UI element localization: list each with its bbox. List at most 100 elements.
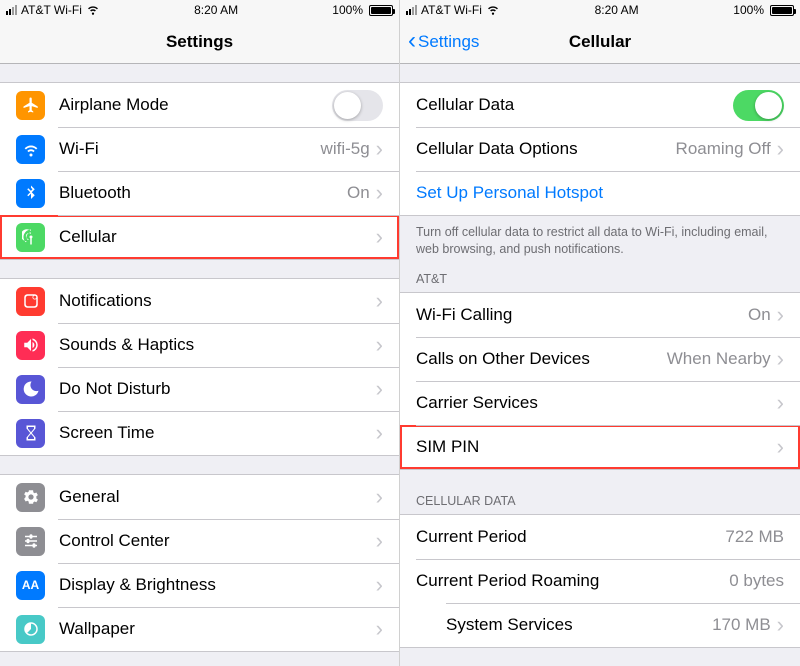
chevron-right-icon: ›: [376, 334, 383, 356]
wallpaper-icon: [16, 615, 45, 644]
row-airplane-mode[interactable]: Airplane Mode: [0, 83, 399, 127]
display-icon: AA: [16, 571, 45, 600]
status-time: 8:20 AM: [194, 3, 238, 17]
chevron-right-icon: ›: [376, 574, 383, 596]
battery-icon: [369, 5, 393, 16]
bluetooth-icon: [16, 179, 45, 208]
row-wifi-calling[interactable]: Wi-Fi Calling On ›: [400, 293, 800, 337]
back-button[interactable]: ‹ Settings: [408, 20, 479, 63]
row-cellular-options[interactable]: Cellular Data Options Roaming Off ›: [400, 127, 800, 171]
row-screentime[interactable]: Screen Time ›: [0, 411, 399, 455]
notifications-icon: [16, 287, 45, 316]
row-label: Notifications: [59, 291, 376, 311]
chevron-right-icon: ›: [777, 436, 784, 458]
row-wifi[interactable]: Wi-Fi wifi-5g ›: [0, 127, 399, 171]
row-bluetooth[interactable]: Bluetooth On ›: [0, 171, 399, 215]
wifi-icon: [86, 2, 100, 18]
row-label: Wallpaper: [59, 619, 376, 639]
row-label: SIM PIN: [416, 437, 777, 457]
row-control-center[interactable]: Control Center ›: [0, 519, 399, 563]
row-value: 0 bytes: [729, 571, 784, 591]
wifi-icon: [486, 2, 500, 18]
row-label: Display & Brightness: [59, 575, 376, 595]
sliders-icon: [16, 527, 45, 556]
status-bar: AT&T Wi-Fi 8:20 AM 100%: [0, 0, 399, 20]
status-bar: AT&T Wi-Fi 8:20 AM 100%: [400, 0, 800, 20]
chevron-right-icon: ›: [777, 348, 784, 370]
battery-label: 100%: [332, 3, 363, 17]
row-sounds[interactable]: Sounds & Haptics ›: [0, 323, 399, 367]
row-current-period-roaming: Current Period Roaming 0 bytes: [400, 559, 800, 603]
row-current-period: Current Period 722 MB: [400, 515, 800, 559]
wifi-icon: [16, 135, 45, 164]
chevron-right-icon: ›: [376, 182, 383, 204]
row-sim-pin[interactable]: SIM PIN ›: [400, 425, 800, 469]
row-label: General: [59, 487, 376, 507]
settings-screen: AT&T Wi-Fi 8:20 AM 100% Settings Airplan…: [0, 0, 400, 666]
row-label: Wi-Fi: [59, 139, 321, 159]
signal-icon: [406, 5, 417, 15]
row-value: wifi-5g: [321, 139, 370, 159]
row-value: When Nearby: [667, 349, 771, 369]
chevron-right-icon: ›: [376, 138, 383, 160]
page-title: Settings: [166, 32, 233, 52]
row-display[interactable]: AA Display & Brightness ›: [0, 563, 399, 607]
chevron-left-icon: ‹: [408, 29, 416, 53]
row-label: Sounds & Haptics: [59, 335, 376, 355]
row-calls-other-devices[interactable]: Calls on Other Devices When Nearby ›: [400, 337, 800, 381]
chevron-right-icon: ›: [777, 614, 784, 636]
row-label: Current Period: [416, 527, 725, 547]
row-label: Screen Time: [59, 423, 376, 443]
airplane-toggle[interactable]: [332, 90, 383, 121]
row-label: Cellular Data: [416, 95, 733, 115]
status-time: 8:20 AM: [595, 3, 639, 17]
chevron-right-icon: ›: [376, 226, 383, 248]
cellular-screen: AT&T Wi-Fi 8:20 AM 100% ‹ Settings Cellu…: [400, 0, 800, 666]
back-label: Settings: [418, 32, 479, 52]
battery-icon: [770, 5, 794, 16]
row-label: Wi-Fi Calling: [416, 305, 748, 325]
hourglass-icon: [16, 419, 45, 448]
antenna-icon: [16, 223, 45, 252]
chevron-right-icon: ›: [777, 138, 784, 160]
airplane-icon: [16, 91, 45, 120]
row-label: Calls on Other Devices: [416, 349, 667, 369]
row-label: Carrier Services: [416, 393, 777, 413]
signal-icon: [6, 5, 17, 15]
row-notifications[interactable]: Notifications ›: [0, 279, 399, 323]
row-label: Current Period Roaming: [416, 571, 729, 591]
row-label: Cellular Data Options: [416, 139, 676, 159]
row-cellular-data[interactable]: Cellular Data: [400, 83, 800, 127]
row-label: System Services: [446, 615, 712, 635]
row-label: Bluetooth: [59, 183, 347, 203]
row-system-services[interactable]: System Services 170 MB ›: [400, 603, 800, 647]
group-footer: Turn off cellular data to restrict all d…: [400, 216, 800, 262]
row-personal-hotspot[interactable]: Set Up Personal Hotspot: [400, 171, 800, 215]
row-general[interactable]: General ›: [0, 475, 399, 519]
row-dnd[interactable]: Do Not Disturb ›: [0, 367, 399, 411]
group-header-att: AT&T: [400, 266, 800, 292]
battery-label: 100%: [733, 3, 764, 17]
chevron-right-icon: ›: [376, 530, 383, 552]
row-cellular[interactable]: Cellular ›: [0, 215, 399, 259]
gear-icon: [16, 483, 45, 512]
chevron-right-icon: ›: [376, 378, 383, 400]
sounds-icon: [16, 331, 45, 360]
page-title: Cellular: [569, 32, 631, 52]
row-value: Roaming Off: [676, 139, 771, 159]
chevron-right-icon: ›: [376, 290, 383, 312]
nav-bar: ‹ Settings Cellular: [400, 20, 800, 64]
group-header-cellular-data: CELLULAR DATA: [400, 488, 800, 514]
row-value: On: [347, 183, 370, 203]
row-wallpaper[interactable]: Wallpaper ›: [0, 607, 399, 651]
row-label: Control Center: [59, 531, 376, 551]
chevron-right-icon: ›: [376, 486, 383, 508]
carrier-label: AT&T Wi-Fi: [21, 3, 82, 17]
row-value: 170 MB: [712, 615, 771, 635]
chevron-right-icon: ›: [376, 422, 383, 444]
row-carrier-services[interactable]: Carrier Services ›: [400, 381, 800, 425]
cellular-data-toggle[interactable]: [733, 90, 784, 121]
row-label: Airplane Mode: [59, 95, 332, 115]
chevron-right-icon: ›: [777, 304, 784, 326]
carrier-label: AT&T Wi-Fi: [421, 3, 482, 17]
